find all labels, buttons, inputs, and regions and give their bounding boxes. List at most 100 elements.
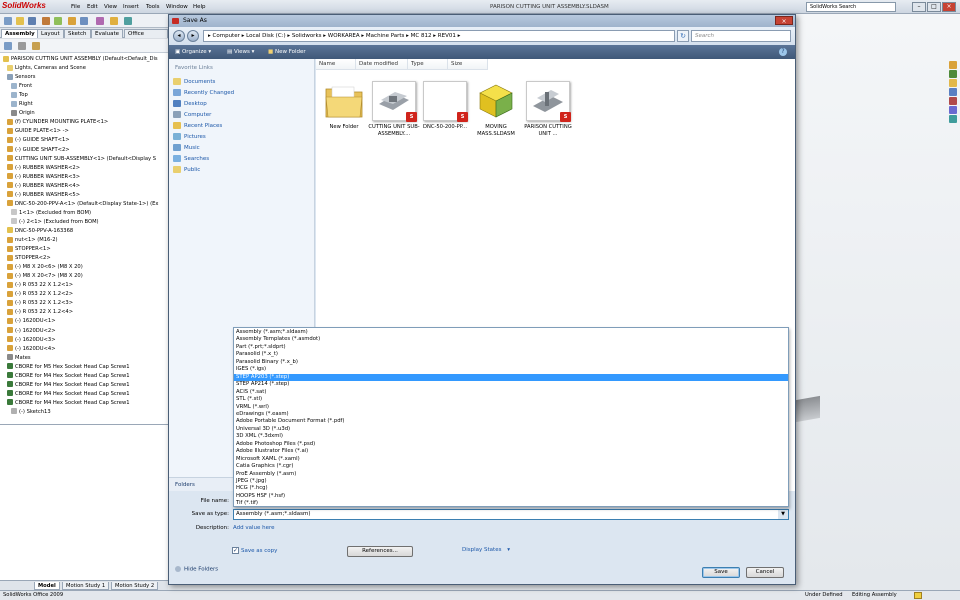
tree-item[interactable]: (-) 2<1> (Excluded from BOM): [0, 218, 99, 227]
property-manager-icon[interactable]: [18, 42, 26, 50]
tree-item[interactable]: (-) R 053 22 X 1.2<1>: [0, 281, 73, 290]
tree-item[interactable]: (-) RUBBER WASHER<4>: [0, 182, 80, 191]
file-type-option[interactable]: Adobe Portable Document Format (*.pdf): [234, 418, 788, 426]
help-icon[interactable]: [914, 592, 922, 599]
fav-searches[interactable]: Searches: [173, 154, 209, 165]
minimize-button[interactable]: –: [912, 2, 926, 12]
save-button[interactable]: Save: [702, 567, 740, 578]
organize-button[interactable]: ▣ Organize ▾: [171, 45, 215, 59]
file-type-option[interactable]: 3D XML (*.3dxml): [234, 433, 788, 441]
save-as-type-dropdown-list[interactable]: Assembly (*.asm;*.sldasm) Assembly Templa…: [233, 327, 789, 507]
tree-item[interactable]: (-) GUIDE SHAFT<2>: [0, 146, 70, 155]
save-as-type-select[interactable]: Assembly (*.asm;*.sldasm) ▼: [233, 509, 789, 520]
tree-item[interactable]: nut<1> (M16-2): [0, 236, 58, 245]
tree-item[interactable]: Lights, Cameras and Scene: [0, 64, 86, 73]
file-type-option[interactable]: ProE Assembly (*.asm): [234, 471, 788, 479]
tree-item[interactable]: Front: [0, 82, 32, 91]
tree-item[interactable]: (-) RUBBER WASHER<3>: [0, 173, 80, 182]
smart-fasteners-icon[interactable]: [96, 17, 104, 25]
file-type-option[interactable]: HCG (*.hcg): [234, 485, 788, 493]
tree-item[interactable]: STOPPER<1>: [0, 245, 51, 254]
linear-pattern-icon[interactable]: [68, 17, 76, 25]
fav-recent-places[interactable]: Recent Places: [173, 121, 222, 132]
menu-view[interactable]: View: [104, 4, 117, 10]
tab-motion-study-1[interactable]: Motion Study 1: [62, 582, 110, 590]
file-type-option[interactable]: HOOPS HSF (*.hsf): [234, 493, 788, 501]
refresh-icon[interactable]: ↻: [677, 30, 689, 42]
new-icon[interactable]: [4, 17, 12, 25]
file-item-dnc[interactable]: S DNC-50-200-PP...: [419, 81, 471, 151]
menu-window[interactable]: Window: [166, 4, 188, 10]
tree-item[interactable]: (-) R 053 22 X 1.2<2>: [0, 290, 73, 299]
tree-item[interactable]: CBORE for M4 Hex Socket Head Cap Screw1: [0, 372, 130, 381]
tab-layout[interactable]: Layout: [37, 29, 64, 38]
file-item-cutting-unit[interactable]: S CUTTING UNIT SUB-ASSEMBLY....: [368, 81, 420, 151]
fav-recently-changed[interactable]: Recently Changed: [173, 88, 234, 99]
tree-item[interactable]: (-) M8 X 20<6> (M8 X 20): [0, 263, 83, 272]
file-type-option[interactable]: Microsoft XAML (*.xaml): [234, 456, 788, 464]
tree-item[interactable]: CUTTING UNIT SUB-ASSEMBLY<1> (Default<Di…: [0, 155, 156, 164]
description-input[interactable]: Add value here: [233, 525, 275, 531]
move-component-icon[interactable]: [80, 17, 88, 25]
tree-item[interactable]: Top: [0, 91, 28, 100]
tree-item[interactable]: 1<1> (Excluded from BOM): [0, 209, 91, 218]
column-size[interactable]: Size: [448, 59, 488, 70]
fav-documents[interactable]: Documents: [173, 77, 215, 88]
fav-desktop[interactable]: Desktop: [173, 99, 207, 110]
file-type-option[interactable]: ACIS (*.sat): [234, 389, 788, 397]
file-type-option[interactable]: STEP AP203 (*.step): [234, 373, 788, 382]
file-type-option[interactable]: Parasolid Binary (*.x_b): [234, 359, 788, 367]
fav-pictures[interactable]: Pictures: [173, 132, 206, 143]
tree-item[interactable]: Sensors: [0, 73, 35, 82]
tree-item[interactable]: (f) CYLINDER MOUNTING PLATE<1>: [0, 118, 108, 127]
design-library-icon[interactable]: [949, 70, 957, 78]
tree-item[interactable]: DNC-50-PPV-A-163368: [0, 227, 73, 236]
file-type-option[interactable]: JPEG (*.jpg): [234, 478, 788, 486]
file-item-parison[interactable]: S PARISON CUTTING UNIT ...: [522, 81, 574, 151]
file-type-option[interactable]: Catia Graphics (*.cgr): [234, 463, 788, 471]
file-type-option[interactable]: Assembly (*.asm;*.sldasm): [234, 329, 788, 337]
tree-item[interactable]: (-) GUIDE SHAFT<1>: [0, 136, 70, 145]
help-icon[interactable]: ?: [779, 48, 787, 56]
views-button[interactable]: ▤ Views ▾: [223, 45, 258, 59]
tree-item[interactable]: (-) 1620DU<3>: [0, 336, 56, 345]
file-item-moving-mass[interactable]: MOVING MASS.SLDASM: [470, 81, 522, 151]
file-type-option[interactable]: Adobe Illustrator Files (*.ai): [234, 448, 788, 456]
tree-item[interactable]: (-) M8 X 20<7> (M8 X 20): [0, 272, 83, 281]
tree-item[interactable]: (-) RUBBER WASHER<2>: [0, 164, 80, 173]
file-type-option[interactable]: Assembly Templates (*.asmdot): [234, 336, 788, 344]
maximize-button[interactable]: □: [927, 2, 941, 12]
address-bar[interactable]: ▸ Computer ▸ Local Disk (C:) ▸ Solidwork…: [203, 30, 675, 42]
menu-insert[interactable]: Insert: [123, 4, 139, 10]
mate-icon[interactable]: [54, 17, 62, 25]
new-folder-button[interactable]: ■ New Folder: [264, 45, 310, 59]
open-icon[interactable]: [16, 17, 24, 25]
appearances-icon[interactable]: [949, 106, 957, 114]
file-type-option[interactable]: STEP AP214 (*.step): [234, 381, 788, 389]
tree-item[interactable]: (-) R 053 22 X 1.2<3>: [0, 299, 73, 308]
column-name[interactable]: Name: [316, 59, 356, 70]
tree-item[interactable]: (-) 1620DU<4>: [0, 345, 56, 354]
chevron-down-icon[interactable]: ▼: [778, 510, 788, 519]
tree-item[interactable]: DNC-50-200-PPV-A<1> (Default<Display Sta…: [0, 200, 158, 209]
exploded-view-icon[interactable]: [110, 17, 118, 25]
tab-assembly[interactable]: Assembly: [1, 29, 39, 38]
search-input[interactable]: Search: [691, 30, 791, 42]
tree-item[interactable]: Right: [0, 100, 33, 109]
tree-item[interactable]: CBORE for M5 Hex Socket Head Cap Screw1: [0, 363, 130, 372]
file-type-option[interactable]: IGES (*.igs): [234, 366, 788, 374]
column-date-modified[interactable]: Date modified: [356, 59, 408, 70]
tab-model[interactable]: Model: [34, 582, 60, 590]
close-icon[interactable]: ×: [942, 2, 956, 12]
bom-icon[interactable]: [124, 17, 132, 25]
file-type-option[interactable]: Universal 3D (*.u3d): [234, 426, 788, 434]
tree-item[interactable]: STOPPER<2>: [0, 254, 51, 263]
back-button[interactable]: ◂: [173, 30, 185, 42]
tree-item[interactable]: CBORE for M4 Hex Socket Head Cap Screw1: [0, 381, 130, 390]
tree-item[interactable]: PARISON CUTTING UNIT ASSEMBLY (Default<D…: [0, 55, 158, 64]
tree-item[interactable]: (-) RUBBER WASHER<5>: [0, 191, 80, 200]
fav-music[interactable]: Music: [173, 143, 200, 154]
fav-public[interactable]: Public: [173, 165, 200, 176]
file-type-option[interactable]: Adobe Photoshop Files (*.psd): [234, 441, 788, 449]
tree-item[interactable]: CBORE for M4 Hex Socket Head Cap Screw1: [0, 390, 130, 399]
